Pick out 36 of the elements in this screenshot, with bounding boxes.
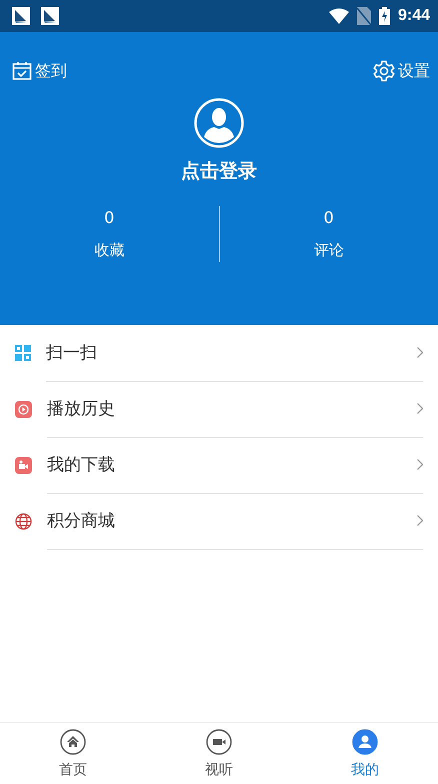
menu-label: 扫一扫 [46, 342, 97, 364]
nav-tab[interactable]: 我的 [292, 723, 438, 784]
menu-label: 我的下载 [47, 454, 115, 476]
menu-item[interactable]: 扫一扫 [0, 325, 438, 381]
menu-item[interactable]: 积分商城 [0, 493, 438, 549]
settings-icon [373, 60, 395, 82]
app-notification-icon [41, 7, 59, 25]
chevron-right-icon [417, 459, 423, 470]
app-notification-icon [12, 7, 30, 25]
person-icon [352, 729, 378, 755]
nav-tab[interactable]: 首页 [0, 723, 146, 784]
stat-button[interactable]: 0 收藏 [0, 200, 218, 268]
menu-label: 播放历史 [47, 398, 115, 420]
settings-button[interactable]: 设置 [373, 60, 430, 82]
menu-item[interactable]: 我的下载 [0, 437, 438, 493]
no-sim-icon [356, 7, 371, 25]
login-link[interactable]: 点击登录 [181, 158, 257, 184]
chevron-right-icon [417, 515, 423, 526]
avatar-icon[interactable] [194, 98, 244, 148]
battery-charging-icon [378, 7, 390, 25]
play-icon [15, 400, 32, 418]
checkin-button[interactable]: 签到 [12, 60, 67, 82]
camera-icon [15, 456, 32, 474]
stat-button[interactable]: 0 评论 [220, 200, 438, 268]
chevron-right-icon [417, 347, 423, 358]
chevron-right-icon [417, 403, 423, 414]
globe-icon [15, 512, 32, 530]
menu-label: 积分商城 [47, 510, 115, 532]
wifi-icon [328, 8, 349, 24]
nav-tab[interactable]: 视听 [146, 723, 292, 784]
menu-item[interactable]: 播放历史 [0, 381, 438, 437]
clock-time: 9:44 [398, 7, 430, 25]
scan-icon [15, 345, 31, 361]
home-icon [60, 729, 86, 755]
calendar-check-icon [12, 61, 32, 81]
video-camera-icon [206, 729, 232, 755]
